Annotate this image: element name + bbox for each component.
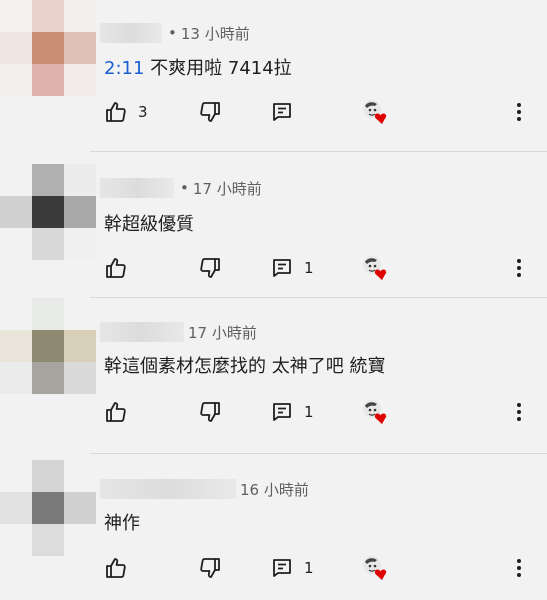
more-options-button[interactable] — [509, 399, 529, 425]
dislike-button[interactable] — [198, 99, 222, 125]
comment-text: 神作 — [104, 509, 140, 535]
comment-text-body: 神作 — [104, 513, 140, 534]
creator-heart-icon — [363, 256, 387, 280]
avatar[interactable] — [0, 164, 96, 260]
author-name-blurred[interactable] — [100, 322, 184, 342]
like-button[interactable] — [104, 255, 138, 281]
thumb-down-icon — [200, 102, 220, 122]
comment-time[interactable]: 16 小時前 — [240, 479, 309, 500]
creator-heart-badge — [360, 97, 390, 125]
author-name-blurred[interactable] — [100, 479, 236, 499]
more-options-button[interactable] — [509, 555, 529, 581]
reply-icon — [273, 403, 291, 421]
author-name-blurred[interactable] — [100, 178, 174, 198]
comment-text: 2:11 不爽用啦 7414拉 — [104, 54, 292, 80]
reply-icon — [273, 103, 291, 121]
comment-list: • 13 小時前 2:11 不爽用啦 7414拉 3 • 17 小時前 幹超級優… — [0, 0, 547, 600]
comment-text-body: 不爽用啦 7414拉 — [144, 58, 292, 79]
comment-actions: 3 — [104, 99, 547, 125]
comment-time[interactable]: 17 小時前 — [193, 178, 262, 199]
comment-item: • 13 小時前 2:11 不爽用啦 7414拉 3 — [0, 0, 547, 150]
comment-meta: 17 小時前 — [100, 321, 257, 343]
comment-text: 幹超級優質 — [104, 210, 194, 236]
thumb-up-icon — [106, 258, 126, 278]
creator-heart-icon — [363, 556, 387, 580]
comment-item: 16 小時前 神作 1 — [0, 454, 547, 600]
like-count: 3 — [138, 103, 148, 121]
comment-time[interactable]: 17 小時前 — [188, 322, 257, 343]
reply-count: 1 — [304, 559, 314, 577]
thumb-up-icon — [106, 102, 126, 122]
reply-button[interactable]: 1 — [270, 555, 314, 581]
reply-button[interactable]: 1 — [270, 255, 314, 281]
reply-button[interactable]: 1 — [270, 399, 314, 425]
comment-meta: 16 小時前 — [100, 478, 309, 500]
creator-heart-badge — [360, 553, 390, 581]
creator-heart-badge — [360, 253, 390, 281]
author-name-blurred[interactable] — [100, 23, 162, 43]
comment-text-body: 幹超級優質 — [104, 214, 194, 235]
comment-time[interactable]: 13 小時前 — [181, 23, 250, 44]
thumb-down-icon — [200, 402, 220, 422]
dislike-button[interactable] — [198, 399, 222, 425]
timestamp-link[interactable]: 2:11 — [104, 58, 144, 79]
more-vert-icon — [517, 259, 521, 277]
like-button[interactable] — [104, 399, 138, 425]
creator-heart-badge — [360, 397, 390, 425]
comment-meta: • 17 小時前 — [100, 177, 262, 199]
thumb-down-icon — [200, 558, 220, 578]
comment-actions: 1 — [104, 555, 547, 581]
more-vert-icon — [517, 403, 521, 421]
like-button[interactable]: 3 — [104, 99, 148, 125]
separator-dot: • — [180, 179, 189, 197]
creator-heart-icon — [363, 400, 387, 424]
more-options-button[interactable] — [509, 99, 529, 125]
avatar[interactable] — [0, 0, 96, 96]
reply-count: 1 — [304, 403, 314, 421]
reply-button[interactable] — [270, 99, 304, 125]
more-vert-icon — [517, 559, 521, 577]
reply-count: 1 — [304, 259, 314, 277]
comment-item: • 17 小時前 幹超級優質 1 — [0, 152, 547, 296]
comment-actions: 1 — [104, 399, 547, 425]
dislike-button[interactable] — [198, 255, 222, 281]
more-vert-icon — [517, 103, 521, 121]
thumb-up-icon — [106, 558, 126, 578]
more-options-button[interactable] — [509, 255, 529, 281]
comment-meta: • 13 小時前 — [100, 22, 250, 44]
comment-actions: 1 — [104, 255, 547, 281]
avatar[interactable] — [0, 298, 96, 394]
comment-item: 17 小時前 幹這個素材怎麼找的 太神了吧 統寶 1 — [0, 298, 547, 452]
separator-dot: • — [168, 24, 177, 42]
comment-text-body: 幹這個素材怎麼找的 太神了吧 統寶 — [104, 356, 386, 377]
dislike-button[interactable] — [198, 555, 222, 581]
thumb-up-icon — [106, 402, 126, 422]
avatar[interactable] — [0, 460, 96, 556]
thumb-down-icon — [200, 258, 220, 278]
reply-icon — [273, 559, 291, 577]
reply-icon — [273, 259, 291, 277]
like-button[interactable] — [104, 555, 138, 581]
creator-heart-icon — [363, 100, 387, 124]
comment-text: 幹這個素材怎麼找的 太神了吧 統寶 — [104, 352, 385, 378]
